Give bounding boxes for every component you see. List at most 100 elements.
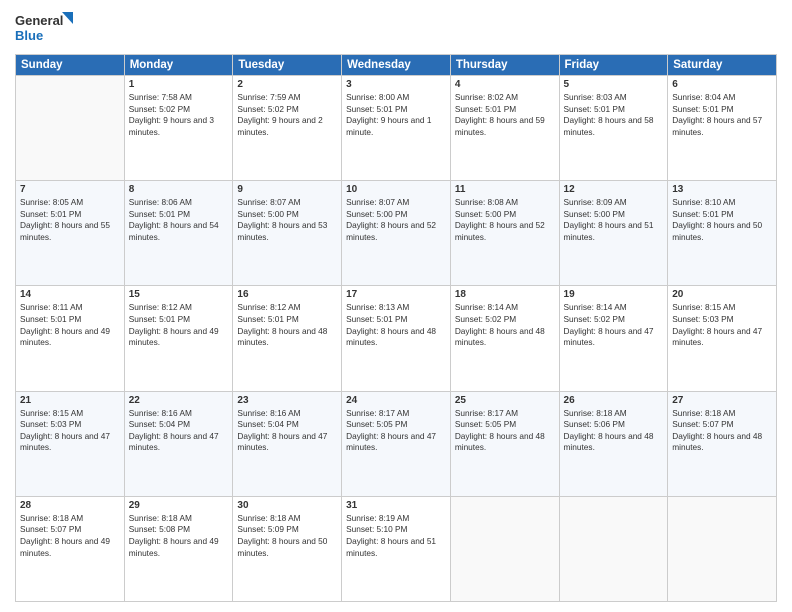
day-info: Sunrise: 8:07 AMSunset: 5:00 PMDaylight:… [346,197,436,242]
day-info: Sunrise: 8:14 AMSunset: 5:02 PMDaylight:… [564,302,654,347]
day-info: Sunrise: 8:11 AMSunset: 5:01 PMDaylight:… [20,302,110,347]
day-number: 1 [129,79,229,90]
day-number: 30 [237,500,337,511]
day-number: 16 [237,289,337,300]
calendar-day-cell: 31 Sunrise: 8:19 AMSunset: 5:10 PMDaylig… [342,496,451,601]
calendar-day-cell: 16 Sunrise: 8:12 AMSunset: 5:01 PMDaylig… [233,286,342,391]
day-info: Sunrise: 8:12 AMSunset: 5:01 PMDaylight:… [237,302,327,347]
day-number: 27 [672,395,772,406]
day-number: 4 [455,79,555,90]
calendar-day-cell: 4 Sunrise: 8:02 AMSunset: 5:01 PMDayligh… [450,76,559,181]
day-info: Sunrise: 8:16 AMSunset: 5:04 PMDaylight:… [129,408,219,453]
day-number: 6 [672,79,772,90]
day-info: Sunrise: 7:58 AMSunset: 5:02 PMDaylight:… [129,92,214,137]
day-info: Sunrise: 8:18 AMSunset: 5:07 PMDaylight:… [672,408,762,453]
day-info: Sunrise: 8:18 AMSunset: 5:07 PMDaylight:… [20,513,110,558]
weekday-header-cell: Monday [124,55,233,76]
calendar-day-cell: 27 Sunrise: 8:18 AMSunset: 5:07 PMDaylig… [668,391,777,496]
day-number: 28 [20,500,120,511]
day-info: Sunrise: 8:16 AMSunset: 5:04 PMDaylight:… [237,408,327,453]
logo: General Blue [15,10,75,46]
day-info: Sunrise: 8:19 AMSunset: 5:10 PMDaylight:… [346,513,436,558]
calendar-day-cell: 1 Sunrise: 7:58 AMSunset: 5:02 PMDayligh… [124,76,233,181]
day-number: 17 [346,289,446,300]
day-number: 29 [129,500,229,511]
calendar-day-cell: 6 Sunrise: 8:04 AMSunset: 5:01 PMDayligh… [668,76,777,181]
calendar-page: General Blue SundayMondayTuesdayWednesda… [0,0,792,612]
calendar-day-cell [559,496,668,601]
weekday-header-cell: Wednesday [342,55,451,76]
calendar-week-row: 28 Sunrise: 8:18 AMSunset: 5:07 PMDaylig… [16,496,777,601]
calendar-day-cell: 12 Sunrise: 8:09 AMSunset: 5:00 PMDaylig… [559,181,668,286]
calendar-body: 1 Sunrise: 7:58 AMSunset: 5:02 PMDayligh… [16,76,777,602]
calendar-day-cell: 9 Sunrise: 8:07 AMSunset: 5:00 PMDayligh… [233,181,342,286]
day-number: 14 [20,289,120,300]
day-info: Sunrise: 8:17 AMSunset: 5:05 PMDaylight:… [455,408,545,453]
day-number: 11 [455,184,555,195]
day-info: Sunrise: 8:05 AMSunset: 5:01 PMDaylight:… [20,197,110,242]
weekday-header-cell: Tuesday [233,55,342,76]
day-number: 10 [346,184,446,195]
calendar-week-row: 14 Sunrise: 8:11 AMSunset: 5:01 PMDaylig… [16,286,777,391]
weekday-header-cell: Friday [559,55,668,76]
calendar-day-cell: 17 Sunrise: 8:13 AMSunset: 5:01 PMDaylig… [342,286,451,391]
day-info: Sunrise: 8:18 AMSunset: 5:09 PMDaylight:… [237,513,327,558]
weekday-header-cell: Saturday [668,55,777,76]
day-info: Sunrise: 8:07 AMSunset: 5:00 PMDaylight:… [237,197,327,242]
header: General Blue [15,10,777,46]
day-info: Sunrise: 8:02 AMSunset: 5:01 PMDaylight:… [455,92,545,137]
day-number: 12 [564,184,664,195]
day-info: Sunrise: 8:04 AMSunset: 5:01 PMDaylight:… [672,92,762,137]
day-info: Sunrise: 8:10 AMSunset: 5:01 PMDaylight:… [672,197,762,242]
calendar-day-cell: 24 Sunrise: 8:17 AMSunset: 5:05 PMDaylig… [342,391,451,496]
day-number: 24 [346,395,446,406]
logo-svg: General Blue [15,10,75,46]
calendar-day-cell: 28 Sunrise: 8:18 AMSunset: 5:07 PMDaylig… [16,496,125,601]
day-number: 2 [237,79,337,90]
day-info: Sunrise: 8:15 AMSunset: 5:03 PMDaylight:… [672,302,762,347]
calendar-day-cell: 8 Sunrise: 8:06 AMSunset: 5:01 PMDayligh… [124,181,233,286]
day-number: 22 [129,395,229,406]
weekday-header-cell: Thursday [450,55,559,76]
day-info: Sunrise: 8:15 AMSunset: 5:03 PMDaylight:… [20,408,110,453]
svg-text:Blue: Blue [15,28,43,43]
day-number: 18 [455,289,555,300]
day-info: Sunrise: 7:59 AMSunset: 5:02 PMDaylight:… [237,92,322,137]
day-info: Sunrise: 8:18 AMSunset: 5:08 PMDaylight:… [129,513,219,558]
calendar-day-cell: 7 Sunrise: 8:05 AMSunset: 5:01 PMDayligh… [16,181,125,286]
calendar-day-cell: 3 Sunrise: 8:00 AMSunset: 5:01 PMDayligh… [342,76,451,181]
calendar-day-cell: 23 Sunrise: 8:16 AMSunset: 5:04 PMDaylig… [233,391,342,496]
calendar-week-row: 1 Sunrise: 7:58 AMSunset: 5:02 PMDayligh… [16,76,777,181]
calendar-day-cell: 30 Sunrise: 8:18 AMSunset: 5:09 PMDaylig… [233,496,342,601]
calendar-day-cell [16,76,125,181]
calendar-week-row: 21 Sunrise: 8:15 AMSunset: 5:03 PMDaylig… [16,391,777,496]
calendar-day-cell: 13 Sunrise: 8:10 AMSunset: 5:01 PMDaylig… [668,181,777,286]
day-info: Sunrise: 8:12 AMSunset: 5:01 PMDaylight:… [129,302,219,347]
day-number: 31 [346,500,446,511]
calendar-day-cell: 14 Sunrise: 8:11 AMSunset: 5:01 PMDaylig… [16,286,125,391]
calendar-day-cell: 29 Sunrise: 8:18 AMSunset: 5:08 PMDaylig… [124,496,233,601]
day-number: 8 [129,184,229,195]
weekday-header-cell: Sunday [16,55,125,76]
calendar-day-cell [450,496,559,601]
calendar-table: SundayMondayTuesdayWednesdayThursdayFrid… [15,54,777,602]
day-info: Sunrise: 8:14 AMSunset: 5:02 PMDaylight:… [455,302,545,347]
calendar-day-cell: 15 Sunrise: 8:12 AMSunset: 5:01 PMDaylig… [124,286,233,391]
day-number: 26 [564,395,664,406]
day-info: Sunrise: 8:09 AMSunset: 5:00 PMDaylight:… [564,197,654,242]
day-number: 7 [20,184,120,195]
calendar-day-cell: 22 Sunrise: 8:16 AMSunset: 5:04 PMDaylig… [124,391,233,496]
calendar-day-cell [668,496,777,601]
calendar-day-cell: 25 Sunrise: 8:17 AMSunset: 5:05 PMDaylig… [450,391,559,496]
calendar-day-cell: 18 Sunrise: 8:14 AMSunset: 5:02 PMDaylig… [450,286,559,391]
day-number: 5 [564,79,664,90]
day-number: 20 [672,289,772,300]
calendar-day-cell: 5 Sunrise: 8:03 AMSunset: 5:01 PMDayligh… [559,76,668,181]
svg-text:General: General [15,13,63,28]
day-number: 15 [129,289,229,300]
day-info: Sunrise: 8:17 AMSunset: 5:05 PMDaylight:… [346,408,436,453]
calendar-week-row: 7 Sunrise: 8:05 AMSunset: 5:01 PMDayligh… [16,181,777,286]
calendar-day-cell: 11 Sunrise: 8:08 AMSunset: 5:00 PMDaylig… [450,181,559,286]
day-number: 23 [237,395,337,406]
day-info: Sunrise: 8:03 AMSunset: 5:01 PMDaylight:… [564,92,654,137]
